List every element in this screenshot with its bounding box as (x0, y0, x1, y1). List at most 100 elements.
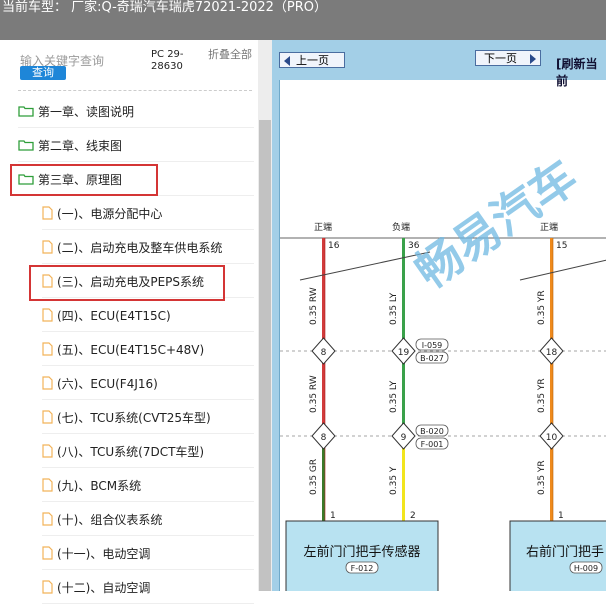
next-page-button[interactable]: 下一页 (475, 50, 541, 66)
tree-item-6[interactable]: (七)、TCU系统(CVT25车型) (42, 401, 254, 434)
folder-open-icon (18, 106, 34, 117)
tree-item-label: (七)、TCU系统(CVT25车型) (57, 410, 211, 425)
document-icon (42, 444, 53, 458)
splice-node: 8 (311, 337, 336, 365)
wire-label: 0.35 Y (389, 466, 399, 495)
wire-label: 0.35 RW (309, 287, 319, 325)
connector-ref: B-020 (415, 424, 449, 437)
tree-item-label: (十一)、电动空调 (57, 546, 151, 561)
refresh-link[interactable]: [刷新当前 (556, 55, 606, 89)
highlight-box (29, 265, 225, 301)
svg-text:B-027: B-027 (420, 354, 444, 363)
wire-label: 0.35 LY (389, 380, 399, 413)
search-button[interactable]: 查询 (20, 66, 66, 80)
tree-chapter-1[interactable]: 第一章、读图说明 (18, 95, 254, 128)
tree-chapter-label: 第一章、读图说明 (38, 104, 135, 119)
connector-ref: F-001 (415, 437, 449, 450)
wire-label: 0.35 YR (537, 460, 547, 495)
collapse-all-button[interactable]: 折叠全部 (208, 49, 254, 61)
document-icon (42, 342, 53, 356)
tree-item-label: (六)、ECU(F4J16) (57, 376, 158, 391)
pin-number-top: 16 (328, 241, 340, 251)
tree-item-4[interactable]: (五)、ECU(E4T15C+48V) (42, 333, 254, 366)
tree-chapter-label: 第二章、线束图 (38, 138, 123, 153)
navigation-panel: 输入关键字查询 查询 PC 29-28630 折叠全部 第一章、读图说明 第二章… (0, 40, 272, 604)
tree-item-7[interactable]: (八)、TCU系统(7DCT车型) (42, 435, 254, 468)
pc-code-label: PC 29-28630 (151, 49, 184, 72)
wiring-schematic: 正端 负端 正端 16 36 15 0.35 RW 0.35 LY 0.35 Y… (280, 149, 606, 591)
splice-node: 8 (311, 422, 336, 450)
tree-item-label: (五)、ECU(E4T15C+48V) (57, 342, 205, 357)
tree-chapter-2[interactable]: 第二章、线束图 (18, 129, 254, 162)
watermark: 畅易汽车 (405, 149, 587, 299)
connector-ref: B-027 (415, 351, 449, 364)
next-page-label: 下一页 (484, 52, 517, 65)
vehicle-title: 当前车型： 厂家:Q-奇瑞汽车瑞虎72021-2022（PRO） (2, 0, 328, 15)
wire-label: 0.35 YR (537, 378, 547, 413)
tree-item-label: (八)、TCU系统(7DCT车型) (57, 444, 205, 459)
tree-item-label: (九)、BCM系统 (57, 478, 142, 493)
document-icon (42, 410, 53, 424)
svg-text:B-020: B-020 (420, 427, 444, 436)
wire-green-dark (322, 438, 325, 521)
splice-node: 10 (539, 422, 564, 450)
tree-item-11[interactable]: (十二)、自动空调 (42, 571, 254, 604)
wire-label: 0.35 GR (309, 459, 319, 495)
tree-item-9[interactable]: (十)、组合仪表系统 (42, 503, 254, 536)
ground-label-left: 正端 (314, 221, 332, 233)
document-icon (42, 478, 53, 492)
document-icon (42, 512, 53, 526)
tree-item-10[interactable]: (十一)、电动空调 (42, 537, 254, 570)
splice-node: 18 (539, 337, 564, 365)
tree-item-label: (十)、组合仪表系统 (57, 512, 163, 527)
svg-text:8: 8 (321, 433, 327, 443)
document-icon (42, 546, 53, 560)
tree-item-label: (二)、启动充电及整车供电系统 (57, 240, 223, 255)
pin-number-bottom: 1 (330, 511, 336, 521)
document-icon (42, 376, 53, 390)
ground-label-mid: 负端 (392, 221, 410, 233)
tree-item-label: (四)、ECU(E4T15C) (57, 308, 171, 323)
tree-item-1[interactable]: (二)、启动充电及整车供电系统 (42, 231, 254, 264)
svg-text:左前门门把手传感器: 左前门门把手传感器 (303, 544, 420, 560)
tree-item-label: (十二)、自动空调 (57, 580, 151, 595)
arrow-left-icon (284, 56, 290, 66)
pin-number-bottom: 1 (558, 511, 564, 521)
pin-number-top: 15 (556, 241, 567, 251)
document-icon (42, 240, 53, 254)
tree-item-3[interactable]: (四)、ECU(E4T15C) (42, 299, 254, 332)
divider (18, 90, 252, 91)
wire-label: 0.35 RW (309, 375, 319, 413)
pin-number-bottom: 2 (410, 511, 416, 521)
document-icon (42, 308, 53, 322)
prev-page-label: 上一页 (296, 54, 329, 67)
splice-node: 9 (391, 422, 416, 450)
schematic-canvas: 正端 负端 正端 16 36 15 0.35 RW 0.35 LY 0.35 Y… (279, 80, 606, 591)
tree-item-label: (一)、电源分配中心 (57, 206, 163, 221)
svg-text:10: 10 (546, 433, 558, 443)
highlight-box (10, 164, 158, 196)
wire-green (402, 238, 405, 431)
title-bar: 当前车型： 厂家:Q-奇瑞汽车瑞虎72021-2022（PRO） (0, 0, 606, 40)
svg-text:I-059: I-059 (422, 341, 443, 350)
svg-text:19: 19 (398, 348, 410, 358)
svg-text:H-009: H-009 (574, 564, 598, 573)
component-box-right: 右前门门把手 H-009 (509, 520, 606, 591)
tree-item-8[interactable]: (九)、BCM系统 (42, 469, 254, 502)
wire-yellow (402, 438, 405, 521)
component-box-left: 左前门门把手传感器 F-012 (285, 520, 439, 591)
connector-ref: I-059 (415, 338, 449, 351)
splice-node: 19 (391, 337, 416, 365)
scrollbar-thumb[interactable] (259, 120, 271, 591)
arrow-right-icon (530, 54, 536, 64)
svg-text:F-012: F-012 (351, 564, 374, 573)
document-icon (42, 206, 53, 220)
tree-item-5[interactable]: (六)、ECU(F4J16) (42, 367, 254, 400)
tree-item-0[interactable]: (一)、电源分配中心 (42, 197, 254, 230)
folder-open-icon (18, 140, 34, 151)
svg-text:8: 8 (321, 348, 327, 358)
document-icon (42, 580, 53, 594)
svg-text:F-001: F-001 (421, 440, 444, 449)
wire-label: 0.35 YR (537, 290, 547, 325)
prev-page-button[interactable]: 上一页 (279, 52, 345, 68)
